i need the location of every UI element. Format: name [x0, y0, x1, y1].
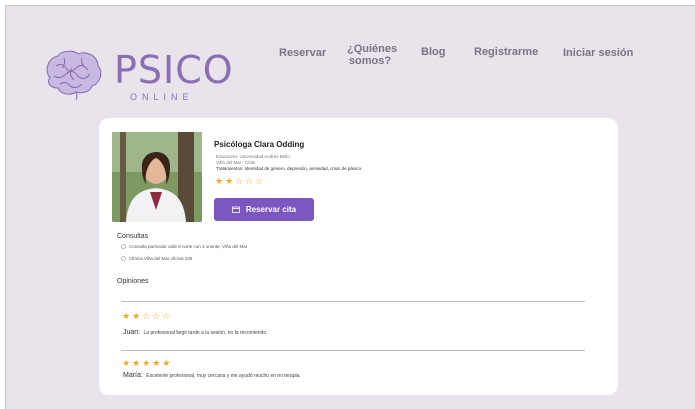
opiniones-title: Opiniones	[117, 278, 149, 285]
consulta-address: Clínica Viña del Mar oficina 235	[129, 256, 193, 261]
consultas-title: Consultas	[117, 233, 149, 240]
page-background: PSICO ONLINE Reservar ¿Quiénes somos? Bl…	[5, 5, 695, 409]
review-author: Juan:	[123, 329, 141, 336]
nav-reservar[interactable]: Reservar	[279, 47, 326, 59]
consulta-item: Clínica Viña del Mar oficina 235	[121, 256, 192, 261]
education-text: Educación: Universidad Andrés Bello	[216, 154, 290, 159]
brand-subtitle: ONLINE	[130, 92, 194, 102]
divider	[121, 301, 585, 302]
nav-blog[interactable]: Blog	[421, 46, 445, 58]
brain-icon	[46, 50, 102, 101]
review-text: María: Excelente profesional, muy cercan…	[123, 372, 301, 379]
review-comment: Excelente profesional, muy cercana y me …	[146, 373, 301, 379]
reservar-cita-label: Reservar cita	[245, 205, 297, 214]
profile-rating-stars: ★★☆☆☆	[215, 176, 266, 186]
consulta-address: Consulta particular calle 5 norte con 3 …	[129, 244, 248, 249]
calendar-icon	[231, 206, 240, 213]
location-text: Viña del Mar - Chile	[216, 160, 256, 165]
reservar-cita-button[interactable]: Reservar cita	[214, 198, 314, 221]
consulta-item: Consulta particular calle 5 norte con 3 …	[121, 244, 247, 249]
nav-quienes-somos[interactable]: ¿Quiénes somos?	[347, 43, 398, 67]
nav-registrarme[interactable]: Registrarme	[474, 46, 538, 58]
profile-card: Psicóloga Clara Odding Educación: Univer…	[99, 118, 618, 395]
psychologist-portrait-image	[112, 132, 202, 222]
profile-photo	[112, 132, 202, 222]
logo[interactable]: PSICO ONLINE	[42, 48, 233, 104]
psychologist-name: Psicóloga Clara Odding	[214, 140, 305, 149]
review-author: María:	[123, 372, 143, 379]
review-text: Juan: La profesional llegó tarde a la se…	[123, 329, 267, 336]
nav-quienes-line1: ¿Quiénes	[347, 43, 398, 55]
treatments-text: Tratamientos: Identidad de género, depre…	[216, 166, 362, 171]
divider	[121, 350, 585, 351]
review-stars: ★★☆☆☆	[122, 311, 173, 321]
location-pin-icon	[121, 256, 126, 261]
nav-quienes-line2: somos?	[348, 55, 392, 67]
nav-iniciar-sesion[interactable]: Iniciar sesión	[563, 47, 633, 59]
brand-name: PSICO	[114, 48, 234, 92]
review-comment: La profesional llegó tarde a la sesión, …	[143, 330, 268, 336]
review-stars: ★★★★★	[122, 358, 173, 368]
location-pin-icon	[121, 244, 126, 249]
